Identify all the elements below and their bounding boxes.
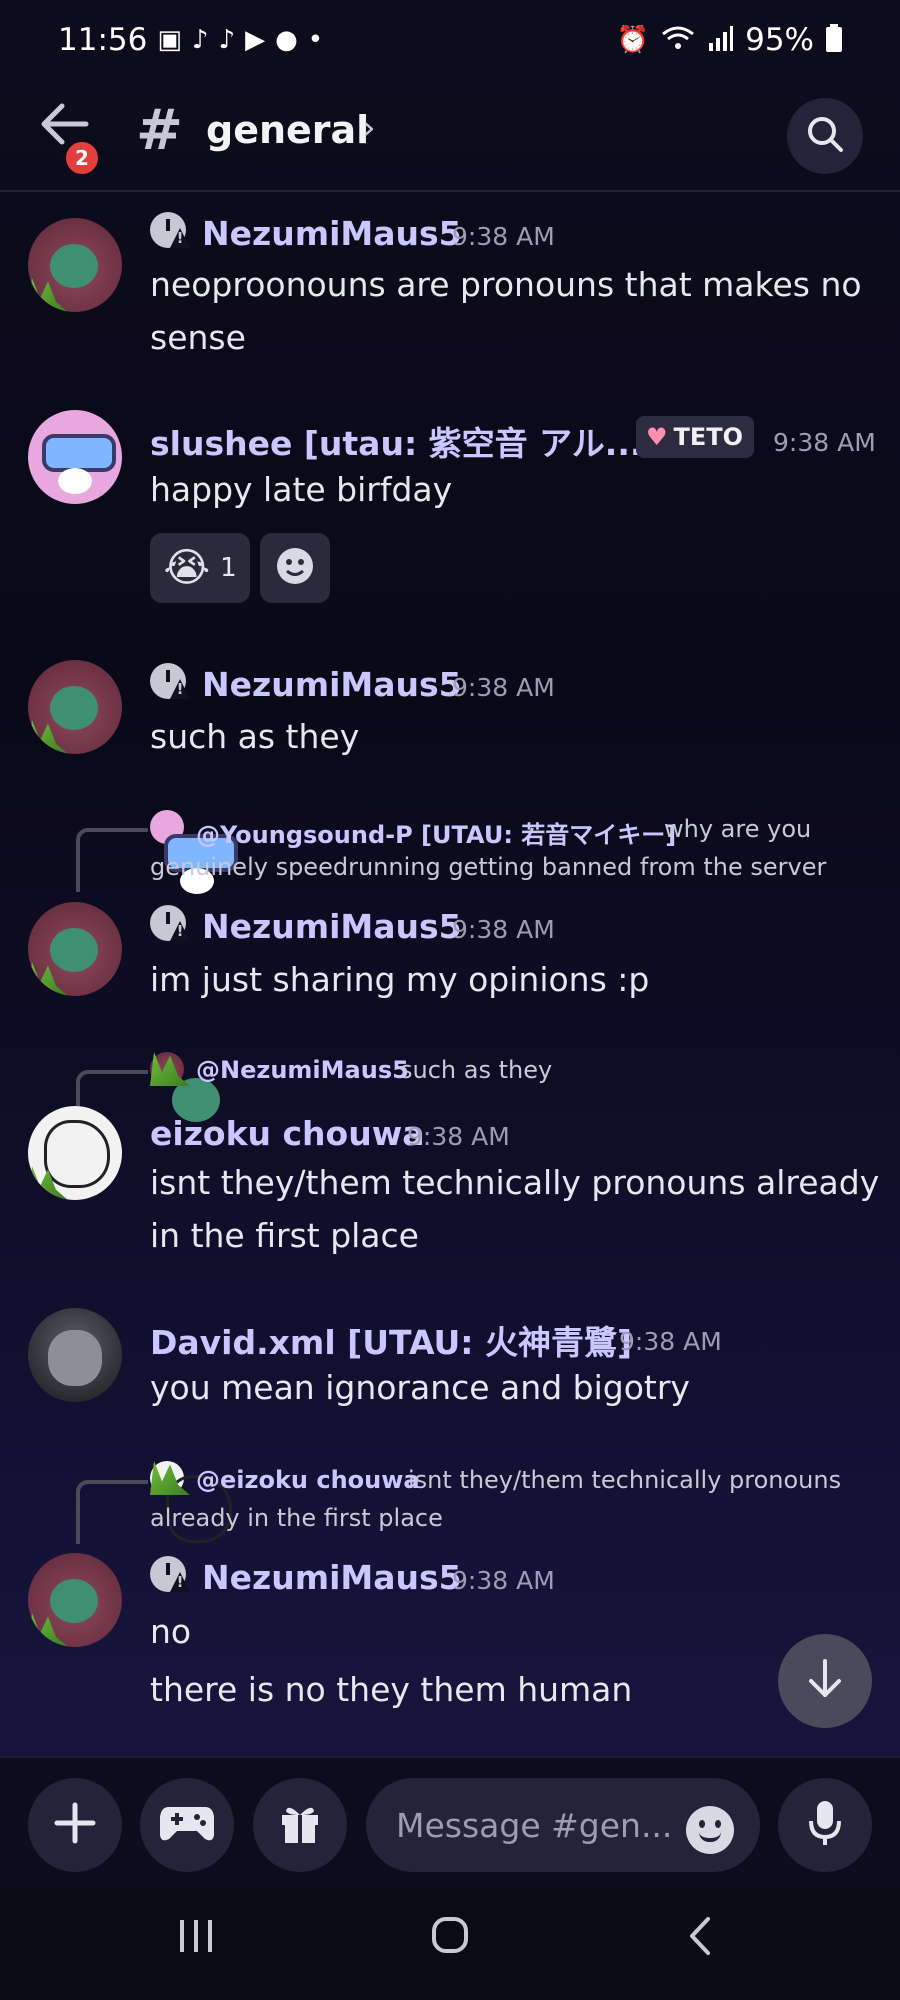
timeout-clock-icon <box>150 663 186 699</box>
avatar[interactable] <box>28 1553 122 1647</box>
username[interactable]: NezumiMaus5 <box>202 214 462 253</box>
channel-title[interactable]: general <box>206 108 369 152</box>
alarm-icon: ⏰ <box>616 25 650 55</box>
reply-avatar <box>150 1461 232 1543</box>
add-reaction-button[interactable] <box>260 533 330 603</box>
search-button[interactable] <box>787 98 863 174</box>
username[interactable]: David.xml [UTAU: 火神青鷺] <box>150 1316 632 1364</box>
message-text: there is no they them human <box>150 1670 633 1709</box>
reply-connector <box>76 1070 148 1106</box>
timestamp: 9:38 AM <box>619 1327 722 1356</box>
system-nav-bar <box>0 1888 900 2000</box>
battery-percent: 95% <box>745 22 814 58</box>
username[interactable]: slushee [utau: 紫空音 アル... <box>150 417 642 465</box>
reply-text[interactable]: isnt they/them technically pronouns <box>408 1466 841 1494</box>
reply-author[interactable]: @Youngsound-P [UTAU: 若音マイキー] <box>196 815 676 850</box>
app-notification-icon: ▣ <box>157 25 182 55</box>
reply-connector <box>76 828 148 892</box>
tiktok-icon: ♪ <box>191 25 209 55</box>
channel-hash-icon: # <box>136 98 183 163</box>
username[interactable]: eizoku chouwa <box>150 1114 424 1153</box>
microphone-icon <box>807 1799 843 1851</box>
avatar[interactable] <box>28 660 122 754</box>
arrow-down-icon <box>805 1657 845 1705</box>
channel-header: 2 # general › <box>0 80 900 192</box>
gift-button[interactable] <box>253 1778 347 1872</box>
tag-label: TETO <box>673 423 744 451</box>
timeout-clock-icon <box>150 212 186 248</box>
emoji-icon[interactable] <box>686 1806 734 1854</box>
home-icon[interactable] <box>420 1916 480 1972</box>
timestamp: 9:38 AM <box>452 915 555 944</box>
plus-icon <box>53 1801 97 1849</box>
timestamp: 9:38 AM <box>773 428 876 457</box>
username[interactable]: NezumiMaus5 <box>202 907 462 946</box>
tiktok-icon: ♪ <box>218 25 236 55</box>
youtube-icon: ▶ <box>245 25 266 55</box>
battery-icon <box>826 23 842 57</box>
role-tag: ♥ TETO <box>636 416 754 458</box>
reply-text[interactable]: such as they <box>400 1056 552 1084</box>
message-text: you mean ignorance and bigotry <box>150 1368 690 1407</box>
reply-connector <box>76 1480 148 1544</box>
back-icon[interactable] <box>672 1916 732 1972</box>
avatar[interactable] <box>28 1308 122 1402</box>
reply-author[interactable]: @NezumiMaus5 <box>196 1056 409 1084</box>
status-time: 11:56 <box>58 22 148 58</box>
message-text: no <box>150 1612 192 1651</box>
reaction-emoji: 😭 <box>163 545 211 591</box>
reply-avatar <box>150 810 238 894</box>
unread-badge: 2 <box>62 138 102 178</box>
timestamp: 9:38 AM <box>452 1566 555 1595</box>
gift-icon <box>278 1801 322 1849</box>
activities-button[interactable] <box>140 1778 234 1872</box>
username[interactable]: NezumiMaus5 <box>202 1558 462 1597</box>
add-reaction-icon <box>275 546 315 590</box>
avatar[interactable] <box>28 1106 122 1200</box>
reply-text[interactable]: genuinely speedrunning getting banned fr… <box>150 853 826 881</box>
chevron-right-icon[interactable]: › <box>362 108 376 148</box>
reply-avatar <box>150 1052 220 1122</box>
search-icon <box>805 114 845 158</box>
username[interactable]: NezumiMaus5 <box>202 665 462 704</box>
gamepad-icon <box>159 1803 215 1847</box>
message-text: sense <box>150 318 246 357</box>
message-text: happy late birfday <box>150 470 453 509</box>
signal-icon <box>707 25 734 56</box>
message-text: im just sharing my opinions :p <box>150 960 650 999</box>
voice-message-button[interactable] <box>778 1778 872 1872</box>
timestamp: 9:38 AM <box>452 222 555 251</box>
timeout-clock-icon <box>150 905 186 941</box>
message-text: such as they <box>150 717 360 756</box>
heart-icon: ♥ <box>646 423 668 451</box>
reply-author[interactable]: @eizoku chouwa <box>196 1466 420 1494</box>
wifi-icon <box>661 24 695 57</box>
reaction-chip[interactable]: 😭 1 <box>150 533 250 603</box>
reddit-icon: ● <box>275 25 298 55</box>
reply-text[interactable]: already in the first place <box>150 1504 443 1532</box>
reply-text[interactable]: why are you <box>664 815 811 843</box>
timeout-clock-icon <box>150 1556 186 1592</box>
message-text: neoproonouns are pronouns that makes no <box>150 265 862 304</box>
avatar[interactable] <box>28 410 122 504</box>
status-bar: 11:56 ▣ ♪ ♪ ▶ ● • ⏰ 95% <box>0 0 900 80</box>
timestamp: 9:38 AM <box>452 673 555 702</box>
message-composer <box>0 1756 900 1888</box>
reaction-count: 1 <box>220 553 237 583</box>
avatar[interactable] <box>28 218 122 312</box>
attach-button[interactable] <box>28 1778 122 1872</box>
recent-apps-icon[interactable] <box>166 1916 226 1972</box>
dot-icon: • <box>307 25 324 55</box>
jump-to-latest-button[interactable] <box>778 1634 872 1728</box>
message-text: isnt they/them technically pronouns alre… <box>150 1163 880 1202</box>
timestamp: 9:38 AM <box>407 1122 510 1151</box>
avatar[interactable] <box>28 902 122 996</box>
message-text: in the first place <box>150 1216 419 1255</box>
